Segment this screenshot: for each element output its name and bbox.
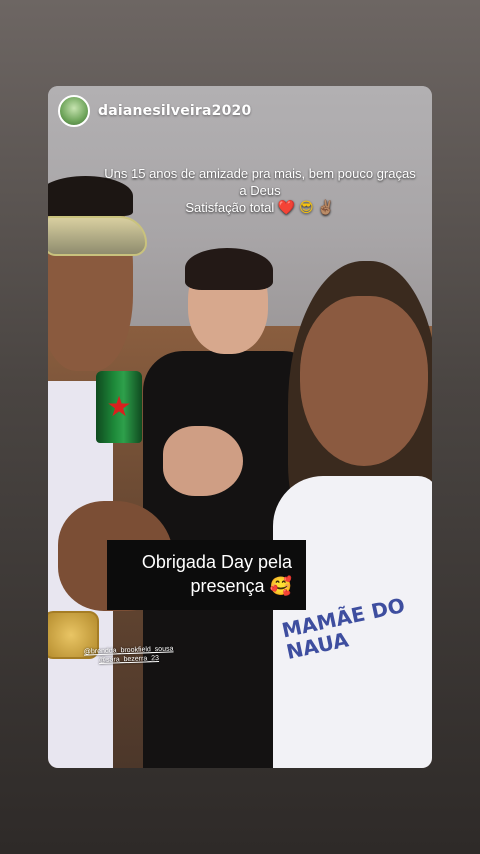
sunglasses-face-icon: 😎: [298, 200, 314, 216]
person-right-face: [300, 296, 428, 466]
beer-can: ★: [96, 371, 142, 443]
caption-line-2: Satisfação total ❤️ 😎 ✌🏽: [100, 199, 420, 217]
profile-avatar[interactable]: [58, 95, 90, 127]
sticker-line-2: presença 🥰: [117, 574, 293, 599]
caption-line-2-text: Satisfação total: [185, 200, 275, 215]
mention-tags[interactable]: @brendda_brookfield_sousa @sara_bezerra_…: [84, 644, 174, 665]
sticker-line-2-text: presença: [190, 576, 265, 596]
sticker-line-1: Obrigada Day pela: [141, 552, 292, 572]
peace-hand-icon: ✌🏽: [317, 200, 335, 216]
caption-line-1: Uns 15 anos de amizade pra mais, bem pou…: [104, 166, 416, 198]
text-sticker: Obrigada Day pela presença 🥰: [107, 540, 306, 610]
smiling-hearts-icon: 🥰: [269, 576, 292, 597]
person-left: [48, 176, 173, 768]
username[interactable]: daianesilveira2020: [98, 103, 251, 119]
story-screen: MAMÃE DO NAUA ★ daianesilveira2020 Uns 1…: [0, 0, 480, 854]
story-header[interactable]: daianesilveira2020: [58, 94, 251, 128]
red-star-icon: ★: [106, 390, 132, 423]
sunglasses: [48, 216, 147, 256]
story-caption: Uns 15 anos de amizade pra mais, bem pou…: [100, 165, 420, 217]
person-middle-hair: [185, 248, 273, 290]
person-middle-hand: [163, 426, 243, 496]
heart-icon: ❤️: [277, 200, 296, 216]
